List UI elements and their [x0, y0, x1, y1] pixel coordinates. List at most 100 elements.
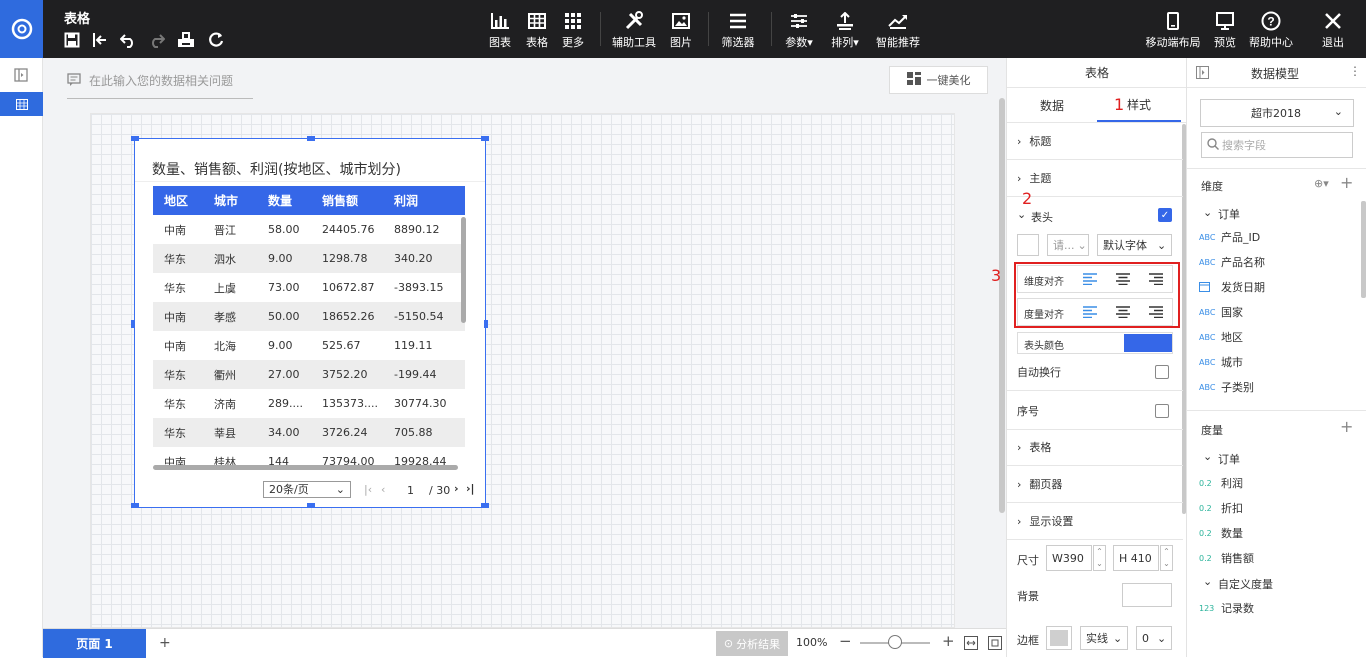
table-page-icon[interactable] [0, 92, 43, 116]
resize-handle[interactable] [481, 136, 489, 141]
tool-mobile-layout[interactable]: 移动端布局 [1145, 10, 1201, 50]
table-row[interactable]: 中南 桂林 144 73794.00 19928.44 [153, 447, 465, 476]
tool-help[interactable]: ? 帮助中心 [1249, 10, 1293, 50]
align-left-icon[interactable] [1083, 273, 1097, 288]
auto-wrap-checkbox[interactable] [1155, 364, 1169, 379]
tab-data[interactable]: 数据 [1007, 88, 1097, 122]
align-center-icon[interactable] [1116, 306, 1130, 321]
print-icon[interactable] [176, 30, 196, 50]
redo-icon[interactable] [147, 30, 167, 50]
column-header[interactable]: 城市 [203, 186, 257, 215]
header-checkbox[interactable]: ✓ [1158, 208, 1172, 222]
chevron-down-icon[interactable]: ⌄ [1017, 208, 1026, 221]
canvas-scrollbar[interactable] [999, 98, 1005, 513]
table-widget[interactable]: 数量、销售额、利润(按地区、城市划分) 地区 城市 数量 销售额 利润 中南 晋江 58.0… [131, 136, 489, 508]
resize-handle[interactable] [131, 136, 139, 141]
field-item[interactable]: ABC 子类别 [1199, 376, 1254, 398]
resize-handle[interactable] [307, 503, 315, 508]
tool-exit[interactable]: 退出 [1321, 10, 1345, 50]
tool-params[interactable]: 参数▾ [783, 10, 815, 50]
height-stepper[interactable]: ⌃ ⌄ [1160, 545, 1173, 571]
field-item[interactable]: ABC 城市 [1199, 351, 1243, 373]
globe-icon[interactable]: ⊕▾ [1314, 177, 1329, 190]
header-color-swatch[interactable] [1124, 334, 1172, 352]
field-item[interactable]: 0.2 利润 [1199, 472, 1243, 494]
field-item[interactable]: 123 记录数 [1199, 597, 1254, 619]
tool-table[interactable]: 表格 [525, 10, 549, 50]
table-row[interactable]: 华东 济南 289.... 135373.... 30774.30 [153, 389, 465, 418]
field-item[interactable]: ABC 国家 [1199, 301, 1243, 323]
beautify-button[interactable]: 一键美化 [889, 66, 988, 94]
page-size-select[interactable]: 20条/页 ⌄ [263, 481, 351, 498]
page-tab[interactable]: 页面 1 [43, 629, 146, 658]
border-width-select[interactable]: 0 ⌄ [1136, 626, 1172, 650]
chevron-down-icon[interactable]: ⌄ [1203, 206, 1212, 219]
field-search-input[interactable]: 搜索字段 [1201, 132, 1353, 158]
tool-image[interactable]: 图片 [669, 10, 693, 50]
table-row[interactable]: 华东 泗水 9.00 1298.78 340.20 [153, 244, 465, 273]
table-row[interactable]: 中南 晋江 58.00 24405.76 8890.12 [153, 215, 465, 244]
last-page-icon[interactable]: ›| [466, 482, 475, 495]
add-dimension-icon[interactable]: + [1340, 173, 1353, 192]
field-item[interactable]: 0.2 数量 [1199, 522, 1243, 544]
fit-width-icon[interactable] [964, 636, 978, 653]
save-icon[interactable] [62, 30, 82, 50]
tool-arrange[interactable]: 排列▾ [829, 10, 861, 50]
field-item[interactable]: 发货日期 [1199, 276, 1265, 298]
zoom-in-icon[interactable]: + [942, 632, 955, 650]
data-panel-scrollbar[interactable] [1361, 201, 1366, 298]
align-left-icon[interactable] [1083, 306, 1097, 321]
chevron-down-icon[interactable]: ⌄ [1203, 450, 1212, 463]
next-page-icon[interactable]: › [454, 482, 459, 495]
add-page-button[interactable]: + [159, 635, 171, 651]
resize-handle[interactable] [484, 320, 488, 328]
panel-toggle-icon[interactable] [14, 68, 28, 85]
tool-preview[interactable]: 预览 [1213, 10, 1237, 50]
border-style-select[interactable]: 实线 ⌄ [1080, 626, 1128, 650]
more-icon[interactable]: ⋮ [1349, 64, 1361, 78]
resize-handle[interactable] [307, 136, 315, 141]
height-input[interactable]: H 410 [1113, 545, 1159, 571]
section-pager[interactable]: › 翻页器 [1007, 466, 1183, 503]
zoom-slider-knob[interactable] [888, 635, 902, 649]
field-item[interactable]: ABC 产品名称 [1199, 251, 1265, 273]
app-logo[interactable] [0, 0, 43, 58]
tab-style[interactable]: 样式 [1097, 88, 1181, 122]
column-header[interactable]: 数量 [257, 186, 311, 215]
table-row[interactable]: 中南 孝感 50.00 18652.26 -5150.54 [153, 302, 465, 331]
analysis-button[interactable]: ⊙ 分析结果 [716, 631, 788, 656]
prev-page-icon[interactable]: ‹ [381, 483, 385, 496]
add-measure-icon[interactable]: + [1340, 417, 1353, 436]
tool-more[interactable]: 更多 [561, 10, 585, 50]
fit-screen-icon[interactable] [988, 636, 1002, 653]
field-item[interactable]: 0.2 销售额 [1199, 547, 1254, 569]
table-row[interactable]: 华东 衢州 27.00 3752.20 -199.44 [153, 360, 465, 389]
table-row[interactable]: 华东 上虞 73.00 10672.87 -3893.15 [153, 273, 465, 302]
table-row[interactable]: 华东 莘县 34.00 3726.24 705.88 [153, 418, 465, 447]
background-color-picker[interactable] [1122, 583, 1172, 607]
current-page[interactable]: 1 [407, 484, 414, 497]
panel-toggle-icon[interactable] [1196, 66, 1209, 82]
resize-handle[interactable] [131, 320, 135, 328]
field-item[interactable]: 0.2 折扣 [1199, 497, 1243, 519]
dataset-select[interactable]: 超市2018 ⌄ [1200, 99, 1354, 127]
column-header[interactable]: 地区 [153, 186, 203, 215]
column-header[interactable]: 利润 [383, 186, 465, 215]
align-right-icon[interactable] [1149, 306, 1163, 321]
resize-handle[interactable] [481, 503, 489, 508]
font-size-select[interactable]: 请... ⌄ [1047, 234, 1089, 256]
first-page-icon[interactable]: |‹ [364, 483, 372, 496]
column-header[interactable]: 销售额 [311, 186, 383, 215]
align-center-icon[interactable] [1116, 273, 1130, 288]
section-table[interactable]: › 表格 [1007, 429, 1183, 466]
tool-assist[interactable]: 辅助工具 [612, 10, 656, 50]
field-item[interactable]: ABC 地区 [1199, 326, 1243, 348]
section-display[interactable]: › 显示设置 [1007, 503, 1183, 540]
width-input[interactable]: W390 [1046, 545, 1092, 571]
table-row[interactable]: 中南 北海 9.00 525.67 119.11 [153, 331, 465, 360]
serial-checkbox[interactable] [1155, 403, 1169, 418]
width-stepper[interactable]: ⌃ ⌄ [1093, 545, 1106, 571]
align-right-icon[interactable] [1149, 273, 1163, 288]
table-hscrollbar[interactable] [153, 465, 458, 470]
header-bg-color[interactable] [1017, 234, 1039, 256]
